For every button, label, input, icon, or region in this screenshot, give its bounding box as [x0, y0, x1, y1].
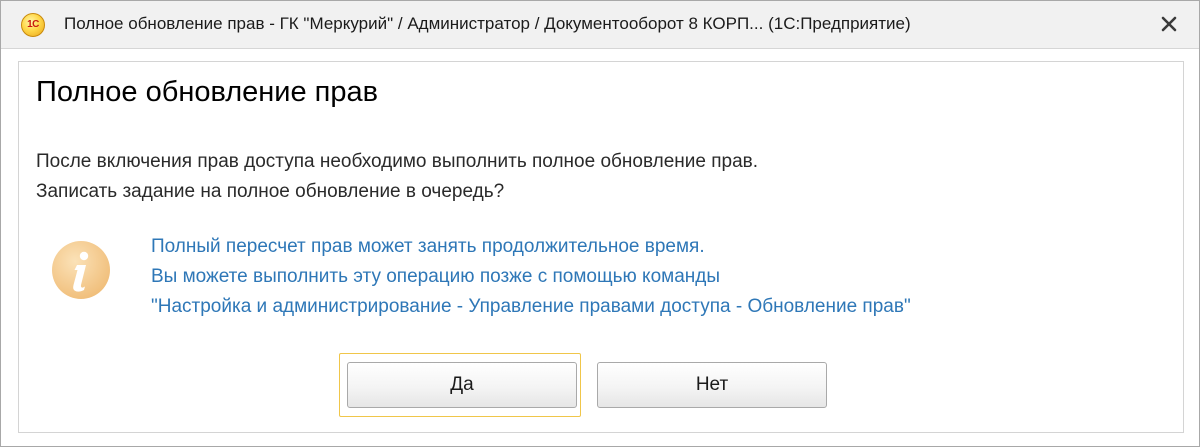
info-line: Полный пересчет прав может занять продол… — [151, 236, 705, 257]
dialog-message: После включения прав доступа необходимо … — [36, 147, 758, 207]
yes-button[interactable]: Да — [347, 362, 577, 408]
window-title: Полное обновление прав - ГК "Меркурий" /… — [64, 14, 911, 33]
dialog-heading: Полное обновление прав — [36, 76, 379, 108]
title-bar[interactable]: 1С Полное обновление прав - ГК "Меркурий… — [1, 1, 1199, 49]
dialog-window: 1С Полное обновление прав - ГК "Меркурий… — [0, 0, 1200, 447]
info-message: Полный пересчет прав может занять продол… — [151, 232, 911, 322]
no-button[interactable]: Нет — [597, 362, 827, 408]
close-button[interactable] — [1156, 11, 1182, 37]
message-line: Записать задание на полное обновление в … — [36, 181, 505, 202]
info-icon — [50, 239, 112, 301]
1c-logo-icon: 1С — [21, 13, 45, 37]
info-line: "Настройка и администрирование - Управле… — [151, 296, 911, 317]
logo-text: 1С — [27, 19, 39, 30]
info-line: Вы можете выполнить эту операцию позже с… — [151, 266, 721, 287]
message-line: После включения прав доступа необходимо … — [36, 151, 759, 172]
close-icon — [1161, 16, 1177, 32]
